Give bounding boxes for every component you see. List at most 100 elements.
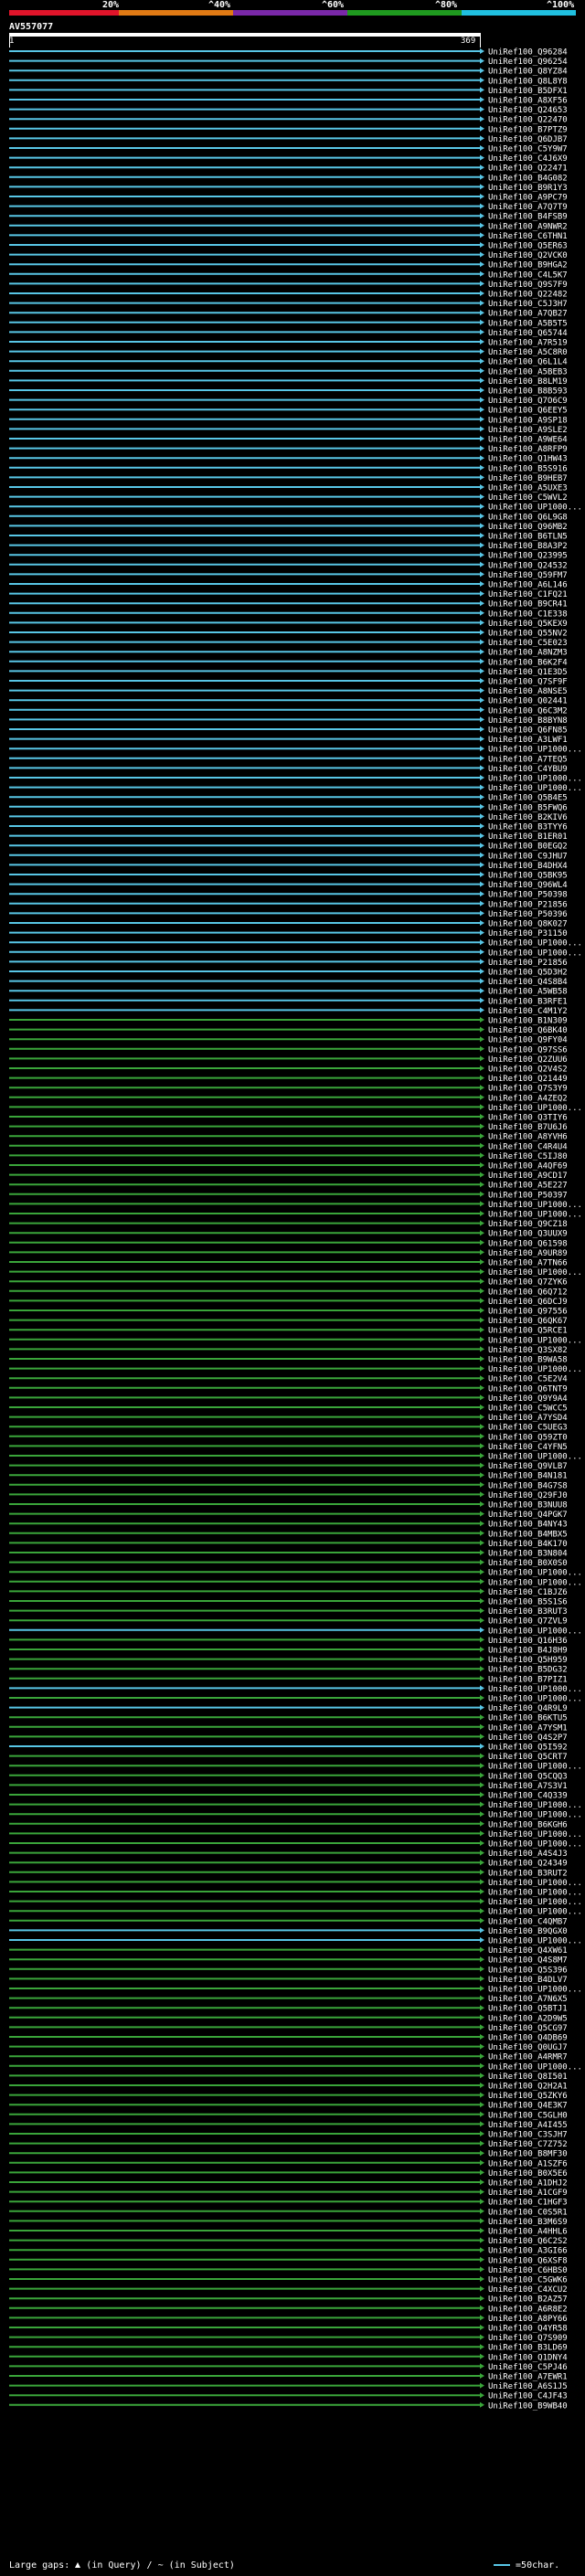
hit-label[interactable]: UniRef100_A5B5T5 [488, 319, 568, 328]
hit-label[interactable]: UniRef100_Q9FY04 [488, 1036, 568, 1045]
hit-label[interactable]: UniRef100_A8XF56 [488, 97, 568, 106]
hit-label[interactable]: UniRef100_B0EGQ2 [488, 843, 568, 852]
hit-label[interactable]: UniRef100_Q7S909 [488, 2334, 568, 2343]
hit-label[interactable]: UniRef100_B7PIZ1 [488, 1675, 568, 1684]
hit-label[interactable]: UniRef100_UP1000... [488, 939, 582, 949]
hit-label[interactable]: UniRef100_A7N6X5 [488, 1995, 568, 2004]
hit-label[interactable]: UniRef100_A1DHJ2 [488, 2179, 568, 2189]
hit-label[interactable]: UniRef100_Q96284 [488, 48, 568, 58]
hit-label[interactable]: UniRef100_B8MF30 [488, 2150, 568, 2159]
hit-label[interactable]: UniRef100_Q5CG97 [488, 2024, 568, 2033]
hit-label[interactable]: UniRef100_C5UEG3 [488, 1424, 568, 1433]
hit-label[interactable]: UniRef100_C9JHU7 [488, 852, 568, 861]
hit-label[interactable]: UniRef100_B4DHX4 [488, 862, 568, 871]
hit-label[interactable]: UniRef100_B8B593 [488, 387, 568, 397]
hit-label[interactable]: UniRef100_Q4R9L9 [488, 1704, 568, 1713]
hit-label[interactable]: UniRef100_Q5CQQ3 [488, 1772, 568, 1781]
hit-label[interactable]: UniRef100_A7S3V1 [488, 1782, 568, 1791]
hit-label[interactable]: UniRef100_P21856 [488, 959, 568, 968]
hit-label[interactable]: UniRef100_A3GI66 [488, 2247, 568, 2256]
hit-label[interactable]: UniRef100_A6L146 [488, 581, 568, 590]
hit-label[interactable]: UniRef100_P31150 [488, 929, 568, 938]
hit-label[interactable]: UniRef100_B3M6S9 [488, 2218, 568, 2227]
hit-label[interactable]: UniRef100_A5UXE3 [488, 484, 568, 493]
hit-label[interactable]: UniRef100_A4QF69 [488, 1162, 568, 1171]
hit-label[interactable]: UniRef100_Q4DB69 [488, 2034, 568, 2043]
hit-label[interactable]: UniRef100_UP1000... [488, 949, 582, 958]
hit-label[interactable]: UniRef100_B3LD69 [488, 2344, 568, 2353]
hit-label[interactable]: UniRef100_B0X5E6 [488, 2169, 568, 2178]
hit-label[interactable]: UniRef100_B8BYN8 [488, 716, 568, 726]
hit-label[interactable]: UniRef100_UP1000... [488, 1763, 582, 1772]
hit-label[interactable]: UniRef100_UP1000... [488, 1801, 582, 1810]
hit-label[interactable]: UniRef100_Q5BK95 [488, 872, 568, 881]
hit-label[interactable]: UniRef100_B6KGH6 [488, 1820, 568, 1829]
hit-label[interactable]: UniRef100_UP1000... [488, 1908, 582, 1917]
hit-label[interactable]: UniRef100_B7U6J6 [488, 1123, 568, 1132]
hit-label[interactable]: UniRef100_B2KIV6 [488, 813, 568, 822]
hit-label[interactable]: UniRef100_A5BEB3 [488, 367, 568, 376]
hit-label[interactable]: UniRef100_B9WB40 [488, 2401, 568, 2411]
hit-label[interactable]: UniRef100_Q29FJ0 [488, 1491, 568, 1500]
hit-label[interactable]: UniRef100_A9NWR2 [488, 222, 568, 231]
hit-label[interactable]: UniRef100_A7YSM1 [488, 1723, 568, 1733]
hit-label[interactable]: UniRef100_Q23995 [488, 552, 568, 561]
hit-label[interactable]: UniRef100_A4S4J3 [488, 1850, 568, 1859]
hit-label[interactable]: UniRef100_Q59ZT0 [488, 1433, 568, 1442]
hit-label[interactable]: UniRef100_A7YSD4 [488, 1414, 568, 1423]
hit-label[interactable]: UniRef100_Q6DCJ9 [488, 1298, 568, 1307]
hit-label[interactable]: UniRef100_B6KTU5 [488, 1714, 568, 1723]
hit-label[interactable]: UniRef100_A6S1J5 [488, 2382, 568, 2391]
hit-label[interactable]: UniRef100_C1FQ21 [488, 590, 568, 599]
hit-label[interactable]: UniRef100_A7EWR1 [488, 2373, 568, 2382]
hit-label[interactable]: UniRef100_B4FSB9 [488, 213, 568, 222]
hit-label[interactable]: UniRef100_B3RUT2 [488, 1869, 568, 1878]
hit-label[interactable]: UniRef100_B5S916 [488, 464, 568, 473]
hit-label[interactable]: UniRef100_B6TLN5 [488, 533, 568, 542]
hit-label[interactable]: UniRef100_A5E227 [488, 1182, 568, 1191]
hit-label[interactable]: UniRef100_C4XCU2 [488, 2285, 568, 2295]
hit-label[interactable]: UniRef100_UP1000... [488, 504, 582, 513]
hit-label[interactable]: UniRef100_Q1DNY4 [488, 2353, 568, 2362]
hit-label[interactable]: UniRef100_A1SZF6 [488, 2159, 568, 2168]
hit-label[interactable]: UniRef100_UP1000... [488, 2062, 582, 2072]
hit-label[interactable]: UniRef100_A9UR89 [488, 1249, 568, 1258]
hit-label[interactable]: UniRef100_UP1000... [488, 1879, 582, 1888]
hit-label[interactable]: UniRef100_UP1000... [488, 1268, 582, 1277]
hit-label[interactable]: UniRef100_Q5BTJ1 [488, 2005, 568, 2014]
hit-label[interactable]: UniRef100_C4QMB7 [488, 1917, 568, 1926]
hit-label[interactable]: UniRef100_Q24653 [488, 106, 568, 115]
hit-label[interactable]: UniRef100_B9CR41 [488, 600, 568, 610]
hit-label[interactable]: UniRef100_Q5I592 [488, 1744, 568, 1753]
hit-label[interactable]: UniRef100_Q4S8M7 [488, 1956, 568, 1966]
hit-label[interactable]: UniRef100_A7TEQ5 [488, 755, 568, 764]
hit-label[interactable]: UniRef100_UP1000... [488, 1811, 582, 1820]
hit-label[interactable]: UniRef100_UP1000... [488, 1336, 582, 1345]
hit-label[interactable]: UniRef100_A9WE64 [488, 436, 568, 445]
hit-label[interactable]: UniRef100_Q7ZYK6 [488, 1278, 568, 1288]
hit-label[interactable]: UniRef100_Q6Q712 [488, 1288, 568, 1297]
hit-label[interactable]: UniRef100_Q5ZKY6 [488, 2092, 568, 2101]
hit-label[interactable]: UniRef100_Q1E3D5 [488, 668, 568, 677]
hit-label[interactable]: UniRef100_Q5B4E5 [488, 794, 568, 803]
hit-label[interactable]: UniRef100_Q6QK67 [488, 1317, 568, 1326]
hit-label[interactable]: UniRef100_B3N804 [488, 1550, 568, 1559]
hit-label[interactable]: UniRef100_UP1000... [488, 1898, 582, 1907]
hit-label[interactable]: UniRef100_C4L5K7 [488, 270, 568, 280]
hit-label[interactable]: UniRef100_UP1000... [488, 1840, 582, 1850]
hit-label[interactable]: UniRef100_B5DFX1 [488, 87, 568, 96]
hit-label[interactable]: UniRef100_Q55NV2 [488, 630, 568, 639]
hit-label[interactable]: UniRef100_C5GWK6 [488, 2276, 568, 2285]
hit-label[interactable]: UniRef100_Q8I501 [488, 2072, 568, 2082]
hit-label[interactable]: UniRef100_A4HHL6 [488, 2228, 568, 2237]
hit-label[interactable]: UniRef100_Q4PGK7 [488, 1511, 568, 1520]
hit-label[interactable]: UniRef100_Q3SX82 [488, 1346, 568, 1355]
hit-label[interactable]: UniRef100_Q22470 [488, 116, 568, 125]
hit-label[interactable]: UniRef100_A4I455 [488, 2121, 568, 2130]
hit-label[interactable]: UniRef100_Q9VLB7 [488, 1462, 568, 1471]
hit-label[interactable]: UniRef100_Q22482 [488, 291, 568, 300]
hit-label[interactable]: UniRef100_Q9Y9A4 [488, 1394, 568, 1404]
hit-label[interactable]: UniRef100_Q6FN85 [488, 726, 568, 736]
hit-label[interactable]: UniRef100_A6R8E2 [488, 2305, 568, 2314]
hit-label[interactable]: UniRef100_C5IJ80 [488, 1152, 568, 1161]
